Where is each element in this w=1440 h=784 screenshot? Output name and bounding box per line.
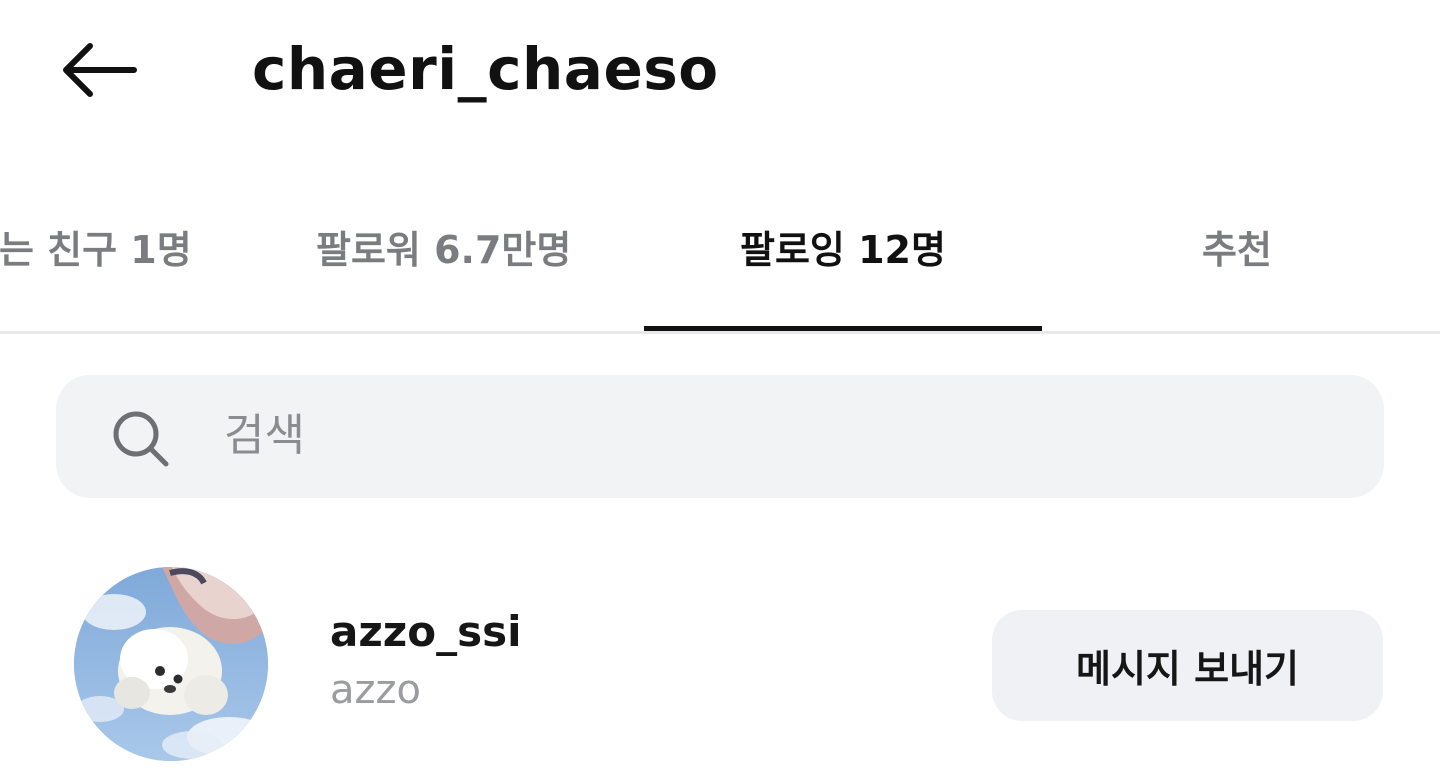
search-input[interactable] [224, 403, 1324, 467]
tab-bar: 나는 친구 1명 팔로워 6.7만명 팔로잉 12명 추천 [0, 190, 1440, 334]
list-item[interactable]: azzo_ssi azzo 메시지 보내기 [0, 540, 1440, 784]
tab-recommended[interactable]: 추천 [1042, 190, 1440, 331]
display-name: azzo [330, 667, 421, 713]
back-button[interactable] [52, 34, 144, 106]
search-icon [113, 411, 169, 467]
send-message-button[interactable]: 메시지 보내기 [992, 610, 1383, 721]
tab-mutual-friends[interactable]: 나는 친구 1명 [0, 190, 250, 331]
active-tab-indicator [644, 326, 1042, 331]
avatar-image [74, 567, 268, 761]
top-bar: chaeri_chaeso [0, 0, 1440, 150]
tab-label: 팔로워 6.7만명 [316, 228, 572, 272]
username[interactable]: azzo_ssi [330, 606, 521, 658]
page-title: chaeri_chaeso [252, 35, 719, 103]
tab-label: 추천 [1202, 228, 1272, 272]
avatar[interactable] [74, 567, 268, 761]
arrow-left-icon [63, 43, 137, 97]
tab-label: 나는 친구 1명 [0, 228, 192, 272]
tab-followers[interactable]: 팔로워 6.7만명 [250, 190, 644, 331]
tab-following[interactable]: 팔로잉 12명 [644, 190, 1042, 331]
tab-label: 팔로잉 12명 [740, 228, 946, 272]
